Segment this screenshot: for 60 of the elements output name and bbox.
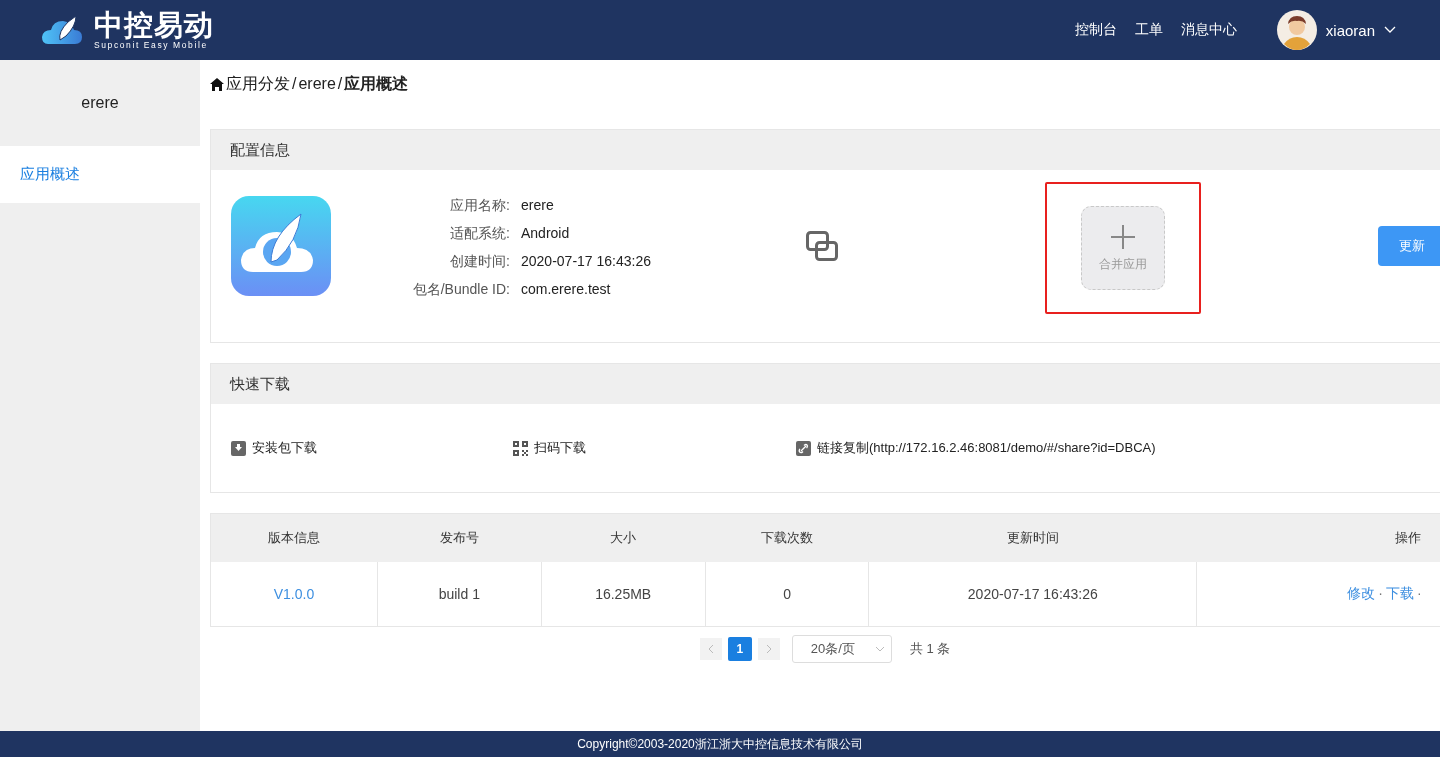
separator: · <box>1416 584 1422 601</box>
nav-link[interactable]: 工单 <box>1134 21 1163 39</box>
field-value: erere <box>521 196 555 215</box>
table-cell: 2020-07-17 16:43:26 <box>868 561 1197 627</box>
footer-copyright: Copyright©2003-2020浙江浙大中控信息技术有限公司 <box>0 731 1440 757</box>
nav-link[interactable]: 控制台 <box>1074 21 1117 39</box>
chevron-right-icon <box>765 644 772 654</box>
field-label: 适配系统: <box>449 224 510 243</box>
breadcrumb-separator: / <box>337 75 343 93</box>
version-link[interactable]: V1.0.0 <box>273 585 315 602</box>
panel-title: 快速下载 <box>211 364 1440 404</box>
breadcrumb-separator: / <box>292 75 297 93</box>
table-cell: 16.25MB <box>541 561 706 627</box>
table-cell: build 1 <box>377 561 542 627</box>
link-icon <box>796 440 811 456</box>
page-button[interactable]: 1 <box>727 637 752 661</box>
brand-name: 中控易动 <box>94 10 214 40</box>
download-link-label: 链接复制(http://172.16.2.46:8081/demo/#/share?id=DBCA) <box>817 439 1156 457</box>
total-count: 共 1 条 <box>909 640 951 658</box>
chevron-left-icon <box>707 644 714 654</box>
column-header: 更新时间 <box>868 513 1197 562</box>
chevron-down-icon <box>874 646 885 652</box>
field-label: 包名/Bundle ID: <box>411 280 510 299</box>
download-link[interactable]: 扫码下载 <box>513 439 796 457</box>
copy-icon[interactable] <box>806 231 838 261</box>
column-header: 发布号 <box>377 513 542 562</box>
field-label: 应用名称: <box>449 196 510 215</box>
qr-code-icon <box>513 440 528 456</box>
column-header: 版本信息 <box>210 513 378 562</box>
nav-link[interactable]: 消息中心 <box>1180 21 1237 39</box>
sidebar-title: erere <box>80 93 120 113</box>
download-link-label: 安装包下载 <box>252 439 317 457</box>
page-size-select[interactable]: 20条/页 <box>791 635 892 663</box>
action-link[interactable]: 下载 <box>1385 584 1414 601</box>
app-icon <box>231 196 331 296</box>
brand-tagline: Supconit Easy Mobile <box>94 40 208 50</box>
avatar-icon[interactable] <box>1276 10 1317 50</box>
action-link[interactable]: 修改 <box>1347 584 1376 601</box>
breadcrumb-item: 应用概述 <box>344 73 409 94</box>
download-link[interactable]: 安装包下载 <box>231 439 513 457</box>
chevron-down-icon[interactable] <box>1384 26 1396 34</box>
table-cell: 0 <box>705 561 869 627</box>
user-name[interactable]: xiaoran <box>1325 21 1375 39</box>
download-link-label: 扫码下载 <box>534 439 586 457</box>
field-value: Android <box>521 224 571 243</box>
field-value: com.erere.test <box>521 280 612 299</box>
column-header: 操作 <box>1196 513 1440 562</box>
column-header: 大小 <box>541 513 706 562</box>
column-header: 下载次数 <box>705 513 869 562</box>
download-icon <box>231 440 246 456</box>
home-icon[interactable] <box>210 77 224 91</box>
panel-title: 配置信息 <box>211 130 1440 170</box>
sidebar-item[interactable]: 应用概述 <box>0 146 200 203</box>
breadcrumb-item[interactable]: erere <box>298 75 336 93</box>
plus-icon <box>1110 223 1136 250</box>
breadcrumb-item[interactable]: 应用分发 <box>226 73 290 95</box>
download-link[interactable]: 链接复制(http://172.16.2.46:8081/demo/#/share?id=DBCA) <box>796 439 1296 457</box>
separator: · <box>1378 584 1383 601</box>
field-label: 创建时间: <box>449 252 510 271</box>
field-value: 2020-07-17 16:43:26 <box>521 252 651 271</box>
